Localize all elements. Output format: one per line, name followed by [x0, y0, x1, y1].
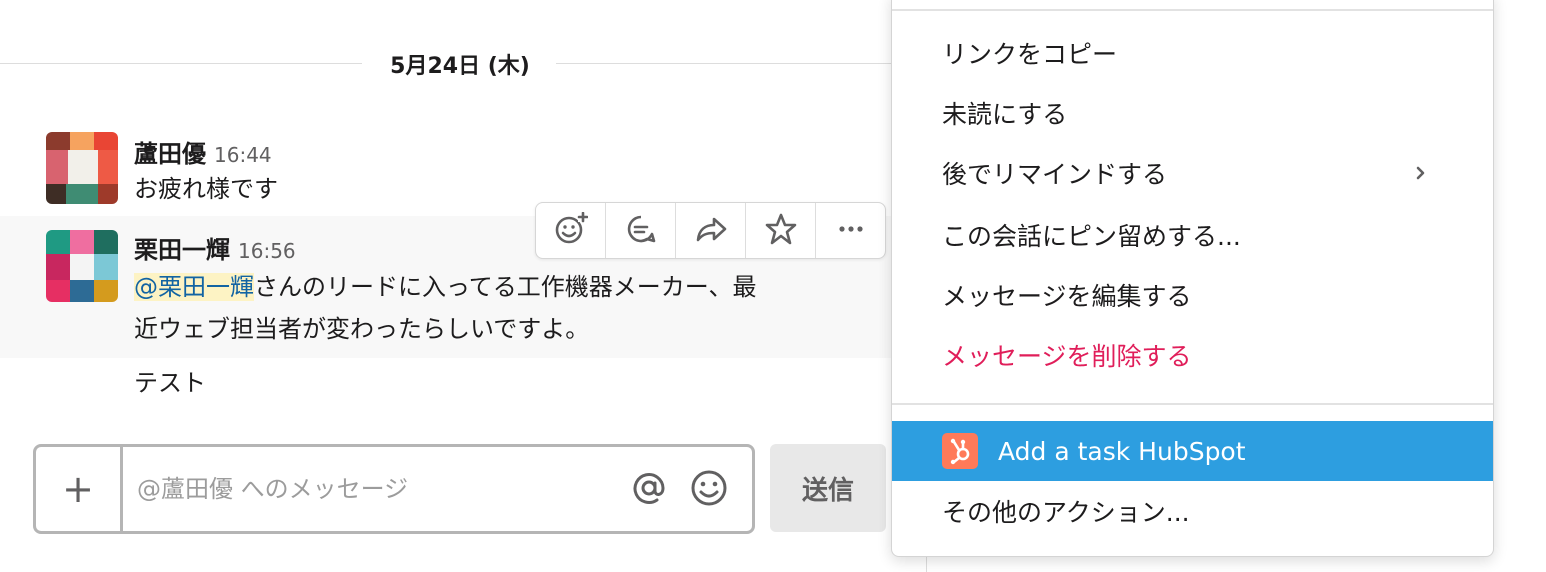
message-time[interactable]: 16:44	[214, 143, 272, 167]
message-actions-toolbar	[535, 202, 886, 259]
message-1: 蘆田優 16:44 お疲れ様です	[0, 118, 900, 214]
comment-button[interactable]	[606, 203, 676, 258]
date-divider[interactable]: 5月24日 (木)	[372, 46, 548, 82]
message-sender[interactable]: 栗田一輝 16:56	[134, 230, 296, 265]
user-mention[interactable]: @栗田一輝	[134, 273, 254, 301]
menu-item-more-actions[interactable]: その他のアクション...	[892, 481, 1493, 541]
date-divider-line-right	[556, 63, 896, 64]
message-text-line2: 近ウェブ担当者が変わったらしいですよ。	[134, 315, 590, 343]
add-reaction-icon	[554, 211, 588, 250]
avatar[interactable]	[46, 230, 118, 302]
message-time[interactable]: 16:56	[238, 239, 296, 263]
message-text-line1: さんのリードに入ってる工作機器メーカー、最	[254, 273, 757, 301]
comment-icon	[624, 212, 658, 250]
message-sender[interactable]: 蘆田優 16:44	[134, 134, 272, 169]
message-context-menu: リンクをコピー 未読にする 後でリマインドする この会話にピン留めする... メ…	[891, 0, 1494, 557]
mention-button[interactable]	[628, 467, 670, 509]
menu-item-hubspot-label: Add a task HubSpot	[998, 436, 1246, 466]
chevron-right-icon	[1409, 160, 1433, 192]
menu-item-pin[interactable]: この会話にピン留めする...	[892, 205, 1493, 265]
message-text: @栗田一輝さんのリードに入ってる工作機器メーカー、最 近ウェブ担当者が変わったら…	[134, 266, 757, 350]
sender-name[interactable]: 栗田一輝	[134, 236, 230, 264]
message-text: お疲れ様です	[134, 175, 278, 203]
avatar[interactable]	[46, 132, 118, 204]
message-input[interactable]	[123, 447, 617, 531]
message-composer: +	[33, 444, 755, 534]
emoji-button[interactable]	[688, 467, 730, 509]
at-icon	[628, 473, 670, 513]
message-3-text: テスト	[134, 369, 206, 397]
menu-separator	[892, 9, 1493, 11]
date-divider-line-left	[0, 63, 362, 64]
menu-item-delete[interactable]: メッセージを削除する	[892, 325, 1493, 385]
star-icon	[764, 212, 798, 250]
menu-separator	[892, 403, 1493, 405]
menu-item-edit[interactable]: メッセージを編集する	[892, 265, 1493, 325]
menu-item-remind-later-label: 後でリマインドする	[942, 160, 1168, 189]
send-button[interactable]: 送信	[770, 444, 886, 532]
add-reaction-button[interactable]	[536, 203, 606, 258]
share-button[interactable]	[676, 203, 746, 258]
menu-item-remind-later[interactable]: 後でリマインドする	[892, 143, 1493, 203]
more-actions-button[interactable]	[816, 203, 885, 258]
hubspot-icon	[942, 433, 978, 469]
menu-item-copy-link[interactable]: リンクをコピー	[892, 23, 1493, 83]
attach-button[interactable]: +	[36, 447, 123, 531]
star-button[interactable]	[746, 203, 816, 258]
emoji-icon	[688, 470, 730, 513]
more-icon	[834, 212, 868, 250]
menu-item-mark-unread[interactable]: 未読にする	[892, 83, 1493, 143]
share-icon	[694, 212, 728, 250]
menu-item-hubspot-task[interactable]: Add a task HubSpot	[892, 421, 1493, 481]
plus-icon: +	[62, 467, 94, 511]
sender-name[interactable]: 蘆田優	[134, 140, 206, 168]
